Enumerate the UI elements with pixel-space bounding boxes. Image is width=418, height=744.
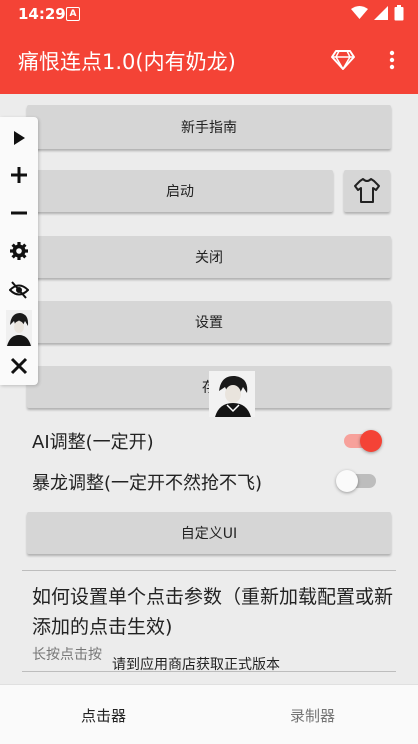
plus-icon[interactable] — [9, 165, 29, 185]
battery-icon — [394, 5, 404, 21]
signal-icon — [374, 6, 388, 20]
custom-ui-button[interactable]: 自定义UI — [27, 512, 391, 554]
tab-clicker[interactable]: 点击器 — [81, 705, 126, 726]
tab-recorder[interactable]: 录制器 — [290, 705, 335, 726]
floating-toolbar — [0, 117, 38, 385]
help-item[interactable]: 如何设置单个点击参数（重新加载配置或新添加的点击生效) 长按点击按 — [32, 582, 394, 664]
app-title: 痛恨连点1.0(内有奶龙) — [18, 50, 236, 74]
toggle-label-dragon: 暴龙调整(一定开不然抢不飞) — [32, 473, 263, 494]
guide-button[interactable]: 新手指南 — [27, 105, 391, 149]
play-icon[interactable] — [9, 128, 29, 148]
close-button[interactable]: 关闭 — [27, 236, 391, 278]
divider — [22, 671, 396, 672]
start-button[interactable]: 启动 — [27, 170, 333, 212]
wifi-icon — [351, 6, 368, 19]
status-bar: 14:29 A — [0, 0, 418, 28]
notification-icon: A — [66, 7, 80, 21]
divider — [22, 570, 396, 571]
more-vert-icon[interactable] — [380, 48, 404, 72]
help-title: 如何设置单个点击参数（重新加载配置或新添加的点击生效) — [32, 586, 394, 638]
shirt-icon — [354, 178, 380, 203]
skin-button[interactable] — [344, 170, 390, 212]
eye-off-icon[interactable] — [9, 280, 29, 300]
app-bar: 痛恨连点1.0(内有奶龙) — [0, 28, 418, 94]
overlay-avatar-image — [209, 371, 255, 417]
minus-icon[interactable] — [9, 203, 29, 223]
diamond-icon[interactable] — [330, 48, 356, 72]
status-time: 14:29 — [18, 5, 66, 23]
close-icon[interactable] — [9, 356, 29, 376]
bottom-navigation: 点击器 录制器 — [0, 684, 418, 744]
ai-toggle-switch[interactable] — [344, 429, 384, 453]
gear-icon[interactable] — [9, 241, 29, 261]
dragon-toggle-switch[interactable] — [336, 469, 376, 493]
settings-button[interactable]: 设置 — [27, 301, 391, 343]
avatar[interactable] — [6, 310, 32, 346]
toggle-label-ai: AI调整(一定开) — [32, 432, 154, 453]
